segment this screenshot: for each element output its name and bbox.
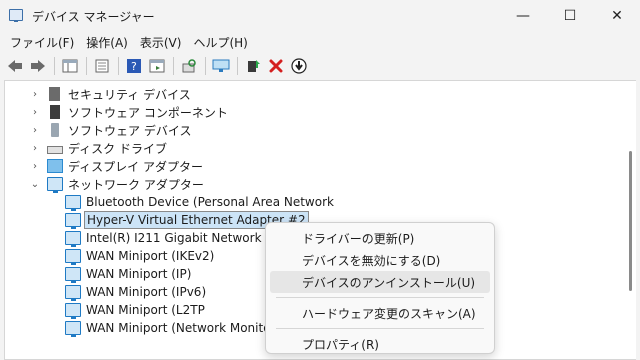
maximize-button[interactable]: ☐ [547, 0, 593, 32]
close-button[interactable]: ✕ [594, 0, 640, 32]
scan-hardware-icon[interactable] [178, 55, 200, 77]
chevron-right-icon[interactable]: › [29, 143, 41, 154]
network-adapter-icon [65, 213, 81, 229]
network-adapter-icon [47, 177, 63, 193]
device-label: WAN Miniport (IKEv2) [86, 249, 215, 263]
network-adapter-icon [65, 321, 81, 337]
monitor-icon[interactable] [210, 55, 232, 77]
chevron-right-icon[interactable]: › [29, 161, 41, 172]
toolbar-separator [118, 57, 119, 75]
action-pane-icon[interactable] [146, 55, 168, 77]
tree-category-label: セキュリティ デバイス [68, 87, 191, 102]
minimize-button[interactable]: — [500, 0, 546, 32]
menu-view[interactable]: 表示(V) [136, 32, 186, 52]
menu-bar: ファイル(F) 操作(A) 表示(V) ヘルプ(H) [0, 32, 640, 52]
menu-file[interactable]: ファイル(F) [6, 32, 78, 52]
tree-device-wan-ip[interactable]: WAN Miniport (IP) [65, 265, 193, 283]
tree-category-software-components[interactable]: › ソフトウェア コンポーネント [29, 103, 230, 121]
uninstall-icon[interactable] [265, 55, 287, 77]
tree-device-wan-ipv6[interactable]: WAN Miniport (IPv6) [65, 283, 208, 301]
tree-device-wan-netmon[interactable]: WAN Miniport (Network Monitor) [65, 319, 282, 337]
software-device-icon [51, 123, 59, 137]
tree-category-label: ディスク ドライブ [68, 141, 167, 156]
title-bar: デバイス マネージャー — ☐ ✕ [0, 0, 640, 32]
tree-category-display-adapters[interactable]: › ディスプレイ アダプター [29, 157, 205, 175]
menu-separator [276, 328, 484, 329]
network-adapter-icon [65, 303, 81, 319]
device-label: WAN Miniport (Network Monitor) [86, 321, 281, 335]
network-adapter-icon [65, 249, 81, 265]
toolbar-separator [205, 57, 206, 75]
display-adapter-icon [47, 159, 63, 173]
disable-icon[interactable] [288, 55, 310, 77]
toolbar-separator [237, 57, 238, 75]
security-device-icon [49, 87, 60, 101]
tree-device-intel[interactable]: Intel(R) I211 Gigabit Network Conn [65, 229, 298, 247]
tree-category-software-devices[interactable]: › ソフトウェア デバイス [29, 121, 193, 139]
back-icon[interactable] [4, 55, 26, 77]
device-label: Bluetooth Device (Personal Area Network [86, 195, 334, 209]
tree-device-wan-ikev2[interactable]: WAN Miniport (IKEv2) [65, 247, 216, 265]
svg-text:?: ? [131, 60, 137, 73]
tree-device-wan-l2tp[interactable]: WAN Miniport (L2TP [65, 301, 207, 319]
tree-category-label: ネットワーク アダプター [68, 177, 204, 192]
tree-category-security[interactable]: › セキュリティ デバイス [29, 85, 193, 103]
menu-separator [276, 297, 484, 298]
device-label: WAN Miniport (IP) [86, 267, 192, 281]
disk-drive-icon [47, 146, 63, 154]
tree-category-label: ディスプレイ アダプター [68, 159, 203, 174]
network-adapter-icon [65, 231, 81, 247]
tree-category-label: ソフトウェア コンポーネント [68, 105, 228, 120]
toolbar-separator [54, 57, 55, 75]
tree-category-disk-drives[interactable]: › ディスク ドライブ [29, 139, 169, 157]
device-label: WAN Miniport (IPv6) [86, 285, 207, 299]
chevron-right-icon[interactable]: › [29, 89, 41, 100]
network-adapter-icon [65, 267, 81, 283]
toolbar-separator [173, 57, 174, 75]
tree-category-network-adapters[interactable]: ⌄ ネットワーク アダプター [29, 175, 206, 193]
forward-icon[interactable] [27, 55, 49, 77]
tree-device-bluetooth[interactable]: Bluetooth Device (Personal Area Network [65, 193, 336, 211]
device-manager-icon [9, 9, 23, 22]
network-adapter-icon [65, 285, 81, 301]
window-title: デバイス マネージャー [32, 10, 155, 24]
tree-category-label: ソフトウェア デバイス [68, 123, 192, 138]
menu-uninstall-device[interactable]: デバイスのアンインストール(U) [270, 271, 490, 293]
menu-help[interactable]: ヘルプ(H) [189, 32, 251, 52]
show-hide-tree-icon[interactable] [59, 55, 81, 77]
properties-icon[interactable] [91, 55, 113, 77]
menu-properties[interactable]: プロパティ(R) [270, 333, 490, 355]
help-icon[interactable]: ? [123, 55, 145, 77]
menu-update-driver[interactable]: ドライバーの更新(P) [270, 227, 490, 249]
menu-action[interactable]: 操作(A) [82, 32, 132, 52]
chevron-down-icon[interactable]: ⌄ [29, 179, 41, 190]
chevron-right-icon[interactable]: › [29, 107, 41, 118]
chevron-right-icon[interactable]: › [29, 125, 41, 136]
network-adapter-icon [65, 195, 81, 211]
vertical-scrollbar[interactable] [629, 151, 632, 291]
toolbar: ? [0, 53, 640, 79]
update-driver-icon[interactable] [242, 55, 264, 77]
toolbar-separator [86, 57, 87, 75]
menu-scan-hardware[interactable]: ハードウェア変更のスキャン(A) [270, 302, 490, 324]
context-menu: ドライバーの更新(P) デバイスを無効にする(D) デバイスのアンインストール(… [265, 222, 495, 354]
menu-disable-device[interactable]: デバイスを無効にする(D) [270, 249, 490, 271]
software-component-icon [50, 105, 60, 119]
device-label: WAN Miniport (L2TP [86, 303, 205, 317]
